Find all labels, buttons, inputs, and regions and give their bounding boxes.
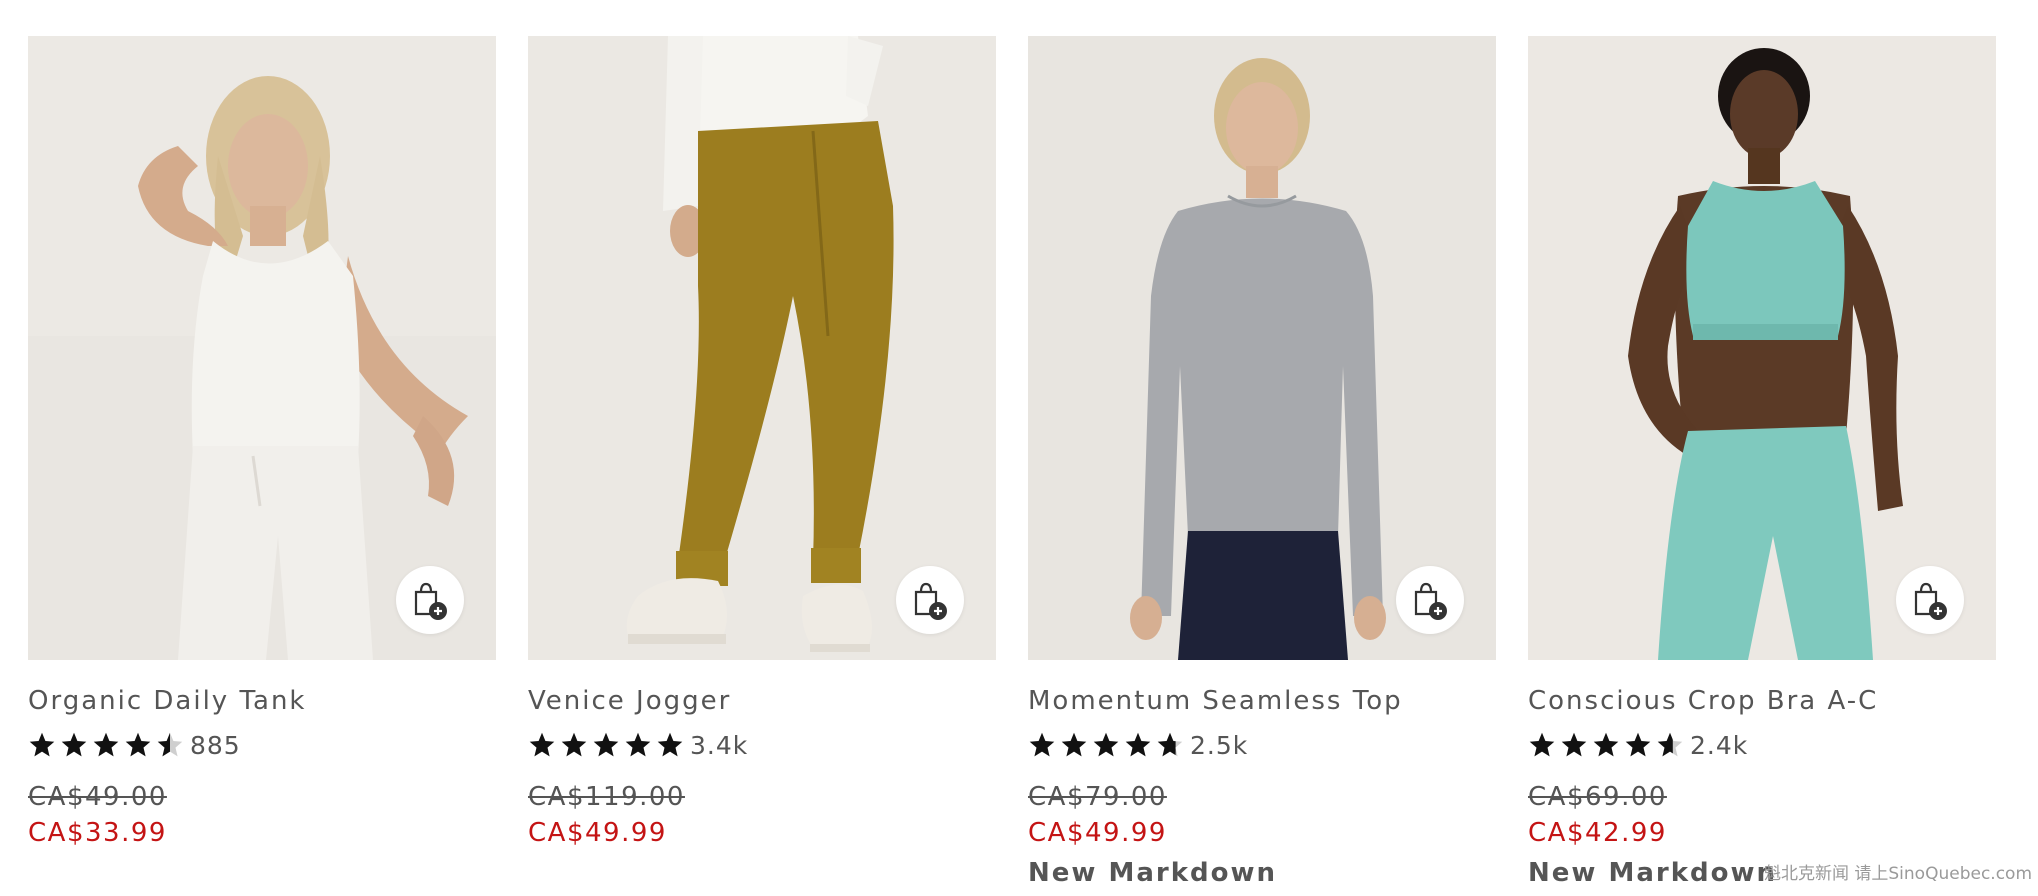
star-icon bbox=[529, 732, 555, 757]
original-price: CA$119.00 bbox=[528, 782, 685, 812]
watermark-text: 魁北克新闻 请上SinoQuebec.com bbox=[1763, 864, 2032, 884]
star-icon bbox=[1125, 732, 1151, 757]
star-rating bbox=[1528, 731, 1684, 759]
star-icon bbox=[1093, 732, 1119, 757]
star-icon bbox=[61, 732, 87, 757]
shopping-bag-plus-icon bbox=[1414, 582, 1447, 620]
product-name[interactable]: Venice Jogger bbox=[528, 684, 996, 718]
product-image[interactable] bbox=[1528, 36, 1996, 660]
product-image[interactable] bbox=[1028, 36, 1496, 660]
product-card[interactable]: Momentum Seamless Top 2.5k CA$79.00 CA$4… bbox=[1028, 36, 1496, 890]
star-icon bbox=[157, 732, 183, 757]
star-rating bbox=[528, 731, 684, 759]
star-rating bbox=[28, 731, 184, 759]
review-count: 885 bbox=[190, 730, 241, 760]
original-price: CA$49.00 bbox=[28, 782, 167, 812]
product-card[interactable]: Venice Jogger 3.4k CA$119.00 CA$49.99 bbox=[528, 36, 996, 890]
sale-price: CA$42.99 bbox=[1528, 818, 1667, 848]
product-image[interactable] bbox=[528, 36, 996, 660]
product-rating: 885 bbox=[28, 728, 496, 762]
star-icon bbox=[125, 732, 151, 757]
star-icon bbox=[1625, 732, 1651, 757]
product-name[interactable]: Organic Daily Tank bbox=[28, 684, 496, 718]
sale-price: CA$33.99 bbox=[28, 818, 167, 848]
star-icon bbox=[625, 732, 651, 757]
review-count: 2.4k bbox=[1690, 730, 1749, 760]
quick-add-button[interactable] bbox=[1896, 566, 1964, 634]
product-image[interactable] bbox=[28, 36, 496, 660]
product-rating: 2.5k bbox=[1028, 728, 1496, 762]
product-name[interactable]: Momentum Seamless Top bbox=[1028, 684, 1496, 718]
sale-price: CA$49.99 bbox=[1028, 818, 1167, 848]
star-icon bbox=[1657, 732, 1683, 757]
quick-add-button[interactable] bbox=[896, 566, 964, 634]
star-icon bbox=[1061, 732, 1087, 757]
original-price: CA$69.00 bbox=[1528, 782, 1667, 812]
product-grid: Organic Daily Tank 885 CA$49.00 CA$33.99 bbox=[28, 36, 1996, 890]
star-icon bbox=[1157, 732, 1183, 757]
star-icon bbox=[1529, 732, 1555, 757]
product-rating: 3.4k bbox=[528, 728, 996, 762]
star-icon bbox=[93, 732, 119, 757]
star-icon bbox=[593, 732, 619, 757]
review-count: 3.4k bbox=[690, 730, 749, 760]
product-name[interactable]: Conscious Crop Bra A-C bbox=[1528, 684, 1996, 718]
star-rating bbox=[1028, 731, 1184, 759]
shopping-bag-plus-icon bbox=[414, 582, 447, 620]
product-rating: 2.4k bbox=[1528, 728, 1996, 762]
original-price: CA$79.00 bbox=[1028, 782, 1167, 812]
star-icon bbox=[657, 732, 683, 757]
star-icon bbox=[561, 732, 587, 757]
quick-add-button[interactable] bbox=[396, 566, 464, 634]
quick-add-button[interactable] bbox=[1396, 566, 1464, 634]
star-icon bbox=[29, 732, 55, 757]
product-card[interactable]: Organic Daily Tank 885 CA$49.00 CA$33.99 bbox=[28, 36, 496, 890]
markdown-badge: New Markdown bbox=[1028, 858, 1277, 888]
star-icon bbox=[1561, 732, 1587, 757]
review-count: 2.5k bbox=[1190, 730, 1249, 760]
shopping-bag-plus-icon bbox=[1914, 582, 1947, 620]
product-card[interactable]: Conscious Crop Bra A-C 2.4k CA$69.00 CA$… bbox=[1528, 36, 1996, 890]
shopping-bag-plus-icon bbox=[914, 582, 947, 620]
star-icon bbox=[1593, 732, 1619, 757]
sale-price: CA$49.99 bbox=[528, 818, 667, 848]
star-icon bbox=[1029, 732, 1055, 757]
